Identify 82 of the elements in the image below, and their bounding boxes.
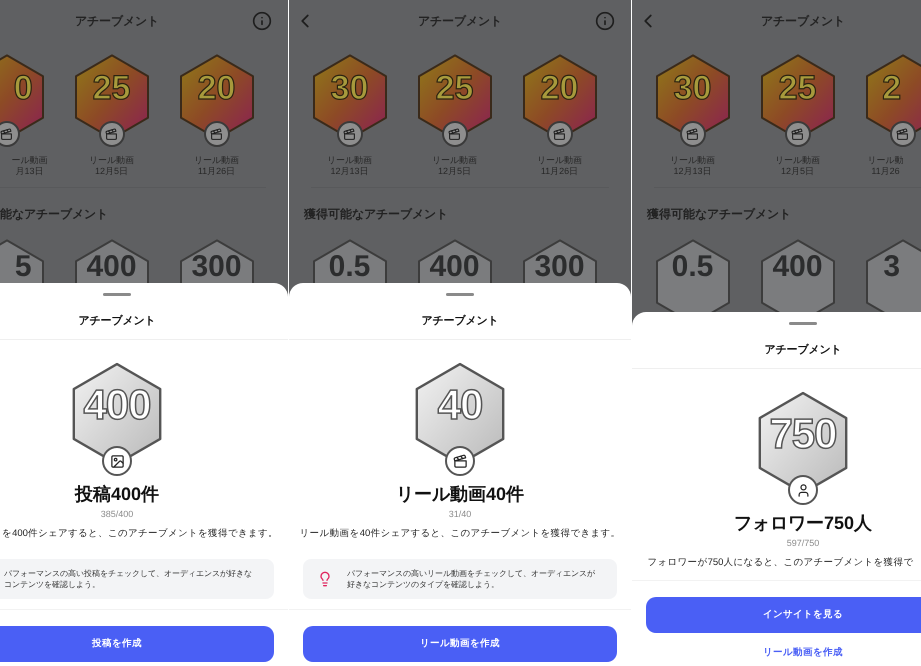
badge-number: 25	[436, 71, 474, 105]
badge-label: リール動画	[670, 155, 715, 166]
reel-icon	[0, 128, 13, 140]
image-icon	[110, 454, 124, 469]
create-reel-link[interactable]: リール動画を作成	[763, 646, 843, 660]
badge-label: ール動画	[12, 155, 48, 166]
badge-number: 20	[198, 71, 236, 105]
badge-date: 12月5日	[94, 166, 128, 177]
badge-number: 5	[14, 252, 32, 282]
reel-icon	[448, 128, 461, 140]
primary-button[interactable]: 投稿を作成	[0, 626, 274, 662]
badge-number: 3	[883, 252, 900, 282]
badge-number: 0	[14, 71, 33, 105]
achievement-description: フォロワーが750人になると、このアチーブメントを獲得で	[648, 556, 914, 570]
sheet-title: アチーブメント	[78, 314, 156, 329]
badge-number: 400	[86, 252, 137, 282]
badge-number: 2	[882, 71, 902, 105]
badge-number: 750	[769, 413, 837, 455]
badge-number: 300	[191, 252, 242, 282]
badge-date: 12月5日	[780, 166, 814, 177]
badge-label: リール動	[868, 155, 904, 166]
page-title: アチーブメント	[418, 13, 502, 30]
drag-handle[interactable]	[789, 322, 817, 324]
progress-count: 31/40	[448, 508, 472, 522]
badge-number: 400	[772, 252, 823, 282]
progress-count: 597/750	[786, 537, 820, 550]
section-title: 能なアチーブメント	[0, 207, 108, 221]
badge-date: 12月13日	[330, 166, 369, 177]
reel-icon	[686, 128, 699, 140]
page-title: アチーブメント	[75, 13, 159, 30]
drag-handle[interactable]	[103, 292, 131, 296]
badge-label: リール動画	[537, 155, 582, 166]
reel-icon	[553, 128, 566, 140]
badge-label: リール動画	[327, 155, 372, 166]
achievement-description: を400件シェアすると、このアチーブメントを獲得できます。	[2, 526, 278, 541]
badge-number: 20	[540, 71, 578, 105]
tip-text: コンテンツを確認しよう。	[4, 579, 101, 590]
tip-text: 好きなコンテンツのタイプを確認しよう。	[347, 579, 500, 590]
badge-date: 月13日	[15, 166, 44, 177]
progress-count: 385/400	[100, 508, 134, 522]
reel-icon	[210, 128, 223, 140]
reel-icon	[452, 454, 468, 469]
drag-handle[interactable]	[446, 292, 474, 296]
badge-label: リール動画	[432, 155, 477, 166]
primary-button[interactable]: リール動画を作成	[303, 626, 617, 662]
badge-date: 11月26日	[540, 166, 578, 177]
badge-label: リール動画	[89, 155, 134, 166]
badge-number: 300	[534, 252, 585, 282]
badge-label: リール動画	[775, 155, 820, 166]
achievement-name: リール動画40件	[396, 483, 524, 506]
section-title: 獲得可能なアチーブメント	[647, 207, 791, 221]
info-icon[interactable]	[595, 11, 615, 31]
section-title: 獲得可能なアチーブメント	[304, 207, 448, 221]
badge-label: リール動画	[194, 155, 239, 166]
achievement-name: フォロワー750人	[734, 512, 872, 535]
badge-number: 25	[778, 71, 816, 105]
badge-date: 12月5日	[438, 166, 472, 177]
person-icon	[796, 482, 810, 498]
badge-number: 25	[92, 71, 130, 105]
reel-icon	[343, 128, 356, 140]
achievement-description: リール動画を40件シェアすると、このアチーブメントを獲得できます。	[300, 526, 620, 541]
badge-number: 0.5	[328, 252, 370, 282]
sheet-title: アチーブメント	[422, 314, 498, 329]
badge-date: 12月13日	[673, 166, 712, 177]
badge-number: 400	[83, 384, 151, 426]
primary-button[interactable]: インサイトを見る	[646, 596, 921, 633]
tip-text: パフォーマンスの高い投稿をチェックして、オーディエンスが好きな	[4, 568, 252, 579]
reel-icon	[791, 128, 804, 140]
reel-icon	[105, 128, 118, 140]
badge-number: 30	[330, 71, 368, 105]
tip-text: パフォーマンスの高いリール動画をチェックして、オーディエンスが	[347, 568, 595, 579]
badge-number: 30	[674, 71, 712, 105]
sheet-title: アチーブメント	[764, 342, 842, 358]
page-title: アチーブメント	[761, 13, 845, 30]
achievement-name: 投稿400件	[74, 483, 160, 506]
info-icon[interactable]	[252, 11, 272, 31]
reel-icon	[896, 128, 909, 140]
badge-date: 11月26	[871, 166, 900, 177]
badge-date: 11月26日	[198, 166, 236, 177]
badge-number: 0.5	[672, 252, 714, 282]
badge-number: 400	[429, 252, 480, 282]
badge-number: 40	[438, 384, 482, 426]
